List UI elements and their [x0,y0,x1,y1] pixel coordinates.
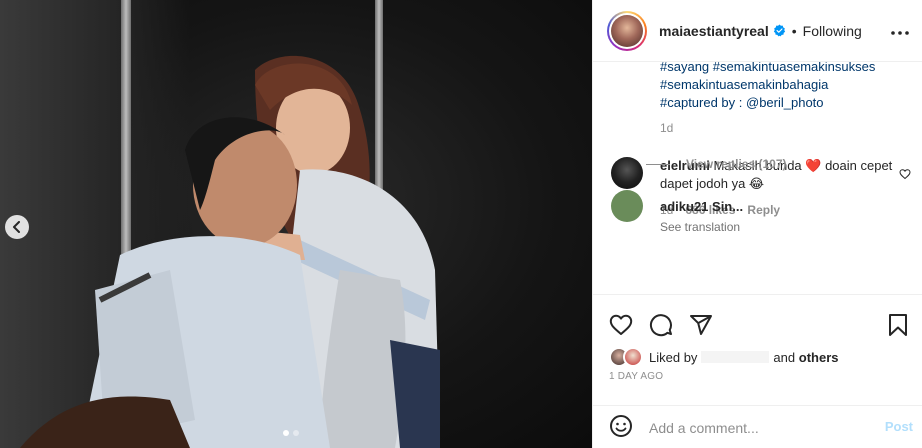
more-options-icon[interactable] [891,22,909,38]
liked-by-prefix: Liked by [649,349,698,365]
emoji-icon[interactable] [609,414,633,441]
previous-photo-button[interactable] [5,215,29,239]
see-translation-link[interactable]: See translation [660,220,740,234]
post-header: maiaestiantyreal • Following [593,0,922,62]
liked-by: Liked by and others [609,347,838,367]
heart-icon[interactable] [609,313,633,340]
caption-hashtags: #sayang #semakintuasemakinsukses #semaki… [660,62,875,112]
comment-item: adiku21 Sin... [611,190,743,222]
caption-line[interactable]: #sayang #semakintuasemakinsukses [660,62,875,76]
carousel-dot-active [283,430,289,436]
caption-time: 1d [660,121,674,135]
reply-button[interactable]: Reply [747,203,780,217]
caption-line[interactable]: #semakintuasemakinbahagia [660,76,875,94]
verified-badge-icon [773,24,786,37]
comment-composer: Post [593,405,922,448]
carousel-indicator [283,430,299,436]
liker-name-redacted[interactable] [701,351,770,363]
caption-line[interactable]: #captured by : @beril_photo [660,94,875,112]
chevron-left-icon [13,221,20,233]
comment-icon[interactable] [649,313,673,340]
liker-avatar [623,347,643,367]
action-icons [609,313,713,340]
view-replies-button[interactable]: View replies (107) [646,157,787,171]
post-photo [0,0,592,448]
post-actions: Liked by and others 1 DAY AGO Post [593,294,922,448]
header-separator: • [791,22,797,39]
author-avatar[interactable] [607,10,647,51]
view-replies-label: View replies (107) [686,157,787,171]
following-button[interactable]: Following [803,23,862,39]
commenter-username[interactable]: adiku21 Sin... [660,199,743,214]
replies-divider [646,163,670,165]
comment-input[interactable] [649,419,869,436]
post-side-panel: maiaestiantyreal • Following #sayang #se… [592,0,922,448]
liked-by-conjunction: and [773,349,796,365]
bookmark-icon[interactable] [887,313,909,340]
comment-like-heart-icon[interactable] [899,167,911,183]
post-date[interactable]: 1 DAY AGO [609,371,663,382]
post-comment-button[interactable]: Post [885,419,913,434]
author-username[interactable]: maiaestiantyreal [659,23,769,39]
commenter-avatar[interactable] [611,190,643,222]
share-icon[interactable] [689,313,713,340]
commenter-avatar[interactable] [611,157,643,189]
photo-subjects [20,55,440,448]
liked-by-others-link[interactable]: others [799,350,839,365]
carousel-dot [293,430,299,436]
comments-area[interactable]: #sayang #semakintuasemakinsukses #semaki… [593,62,922,294]
